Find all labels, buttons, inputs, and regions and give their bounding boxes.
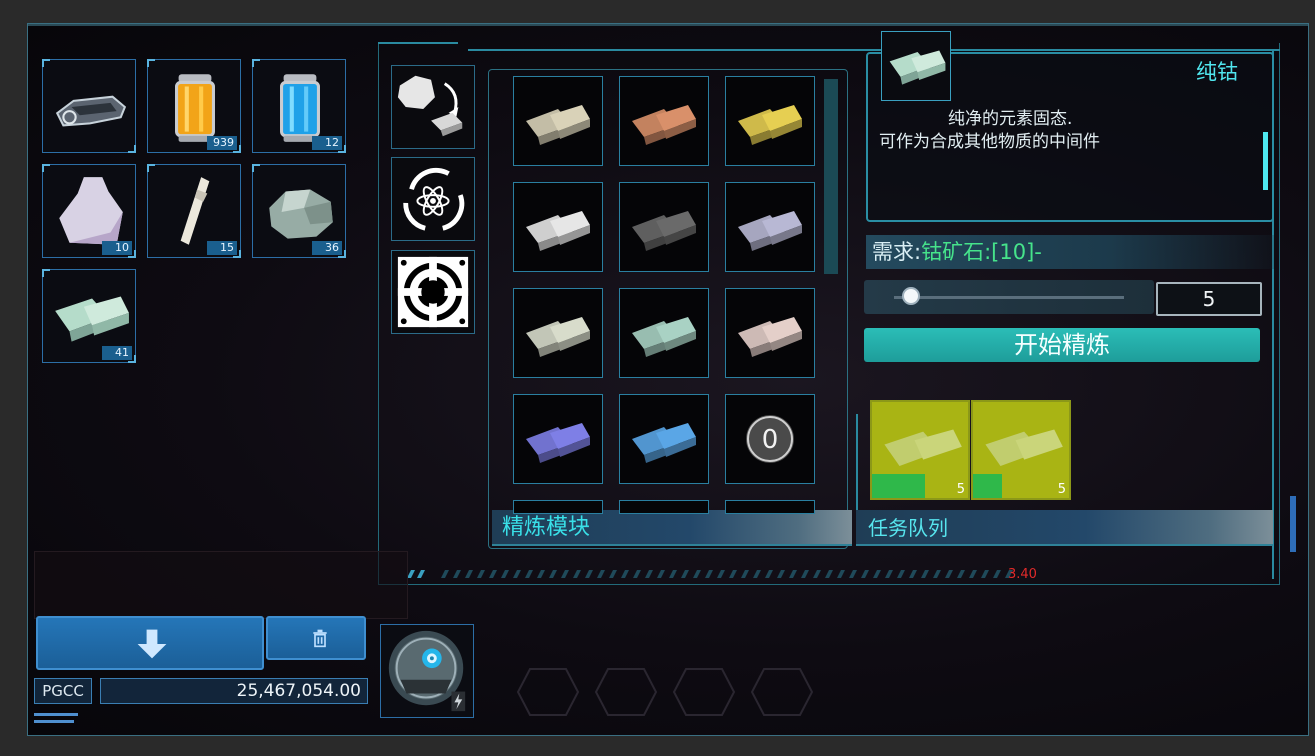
- quantity-slider[interactable]: [864, 280, 1154, 314]
- recipe-grid-scrollbar[interactable]: [824, 79, 838, 274]
- avatar[interactable]: [380, 624, 474, 718]
- ingot-icon: [632, 211, 696, 251]
- quantity-field[interactable]: 5: [1156, 282, 1262, 316]
- queue-item[interactable]: 5: [870, 400, 970, 500]
- ingot-icon: [632, 423, 696, 463]
- ingot-icon: [738, 211, 802, 251]
- currency-amount: 25,467,054.00: [100, 678, 368, 704]
- info-scrollbar[interactable]: [1263, 132, 1268, 190]
- top-frame: [28, 24, 1308, 26]
- inventory-count: 12: [312, 136, 342, 150]
- ingot-icon: [526, 317, 590, 357]
- hex-slot[interactable]: [516, 667, 580, 717]
- queue-label: 任务队列: [856, 510, 1273, 546]
- currency-code: PGCC: [34, 678, 92, 704]
- recipe-slot[interactable]: [725, 182, 815, 272]
- log-panel: [34, 551, 408, 619]
- ingot-icon: [632, 317, 696, 357]
- ship-part-icon: [55, 95, 127, 127]
- inventory-count: 36: [312, 241, 342, 255]
- trash-icon: [313, 629, 327, 648]
- orb-label: 0: [762, 425, 779, 455]
- inventory-slot-white-plate[interactable]: 10: [42, 164, 136, 258]
- drone-avatar-icon: [388, 630, 466, 712]
- hex-slot[interactable]: [594, 667, 658, 717]
- recipe-slot[interactable]: [725, 500, 815, 514]
- delete-button[interactable]: [266, 616, 366, 660]
- side-scroll-tab[interactable]: [1290, 496, 1296, 552]
- inventory-slot-blue-canister[interactable]: 12: [252, 59, 346, 153]
- game-viewport: 939 12 10 15 36 41 精炼模块 纯钴 纯净的元素固态. 可作为合…: [27, 23, 1309, 736]
- requirement-item: 钴矿石:[10]-: [921, 240, 1042, 264]
- recipe-slot[interactable]: [725, 76, 815, 166]
- item-title: 纯钴: [1196, 60, 1238, 84]
- module-label: 精炼模块: [492, 510, 852, 546]
- inventory-count: 41: [102, 346, 132, 360]
- status-value: 3.40: [1008, 567, 1037, 582]
- inventory-slot-ore-chunk[interactable]: 36: [252, 164, 346, 258]
- ingot-icon: [632, 105, 696, 145]
- inventory-count: 10: [102, 241, 132, 255]
- queue-progress: [872, 474, 925, 498]
- hex-slot[interactable]: [672, 667, 736, 717]
- recipe-slot[interactable]: [619, 500, 709, 514]
- queue-item[interactable]: 5: [971, 400, 1071, 500]
- frame-line: [856, 414, 858, 510]
- queue-count: 5: [1057, 482, 1066, 497]
- recipe-slot[interactable]: [513, 394, 603, 484]
- cobalt-ingot-icon: [889, 50, 946, 85]
- status-stripe-bar: [407, 570, 1013, 578]
- inventory-slot-ship-part[interactable]: [42, 59, 136, 153]
- inventory-slot-cobalt-ingot[interactable]: 41: [42, 269, 136, 363]
- orb-icon: 0: [746, 415, 794, 463]
- store-button[interactable]: [36, 616, 264, 670]
- recipe-slot[interactable]: [513, 288, 603, 378]
- ingot-icon: [526, 105, 590, 145]
- item-description-line2: 可作为合成其他物质的中间件: [879, 132, 1100, 152]
- inventory-count: 939: [207, 136, 237, 150]
- inventory-slot-white-rod[interactable]: 15: [147, 164, 241, 258]
- recipe-slot[interactable]: [725, 288, 815, 378]
- frame-line: [468, 49, 1280, 51]
- item-info-thumbnail: [881, 31, 951, 101]
- ingot-icon: [738, 105, 802, 145]
- requirement-row: 需求:钴矿石:[10]-: [866, 235, 1274, 269]
- frame-line: [378, 42, 458, 44]
- requirement-prefix: 需求:: [872, 240, 922, 264]
- recipe-slot[interactable]: [513, 182, 603, 272]
- inventory-count: 15: [207, 241, 237, 255]
- recipe-slot[interactable]: [513, 500, 603, 514]
- slider-track: [894, 296, 1124, 299]
- recipe-slot[interactable]: [619, 394, 709, 484]
- queue-progress: [973, 474, 1002, 498]
- recipe-slot[interactable]: [619, 288, 709, 378]
- hex-slot[interactable]: [750, 667, 814, 717]
- menu-icon[interactable]: [34, 712, 78, 726]
- item-description-line1: 纯净的元素固态.: [948, 109, 1073, 129]
- slider-handle[interactable]: [901, 287, 920, 305]
- ingot-icon: [526, 211, 590, 251]
- recipe-slot[interactable]: [513, 76, 603, 166]
- queue-count: 5: [956, 482, 965, 497]
- arrow-down-icon: [137, 629, 167, 659]
- recipe-slot[interactable]: [619, 182, 709, 272]
- ingot-icon: [738, 317, 802, 357]
- recipe-slot[interactable]: [619, 76, 709, 166]
- inventory-slot-orange-canister[interactable]: 939: [147, 59, 241, 153]
- ingot-icon: [526, 423, 590, 463]
- recipe-slot[interactable]: 0: [725, 394, 815, 484]
- start-refine-button[interactable]: 开始精炼: [864, 328, 1260, 362]
